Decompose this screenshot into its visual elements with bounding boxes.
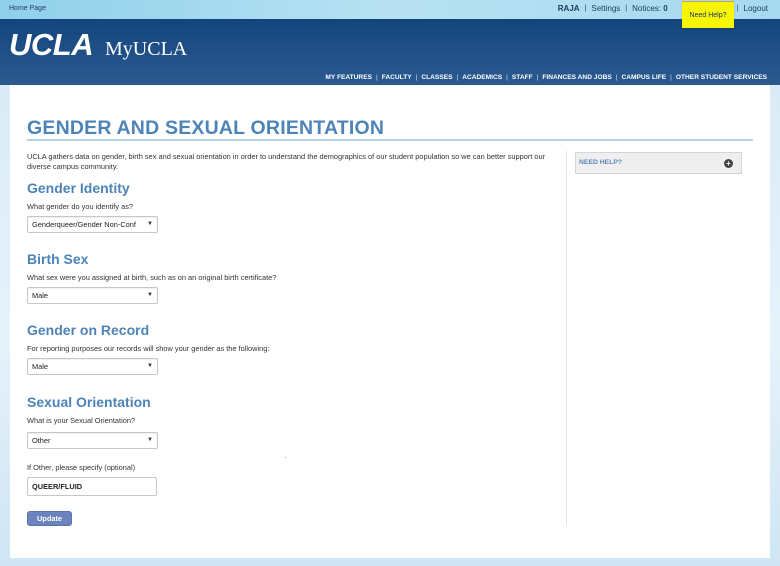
need-help-tooltip[interactable]: Need Help? bbox=[682, 1, 734, 28]
birth-sex-question: What sex were you assigned at birth, suc… bbox=[27, 273, 277, 282]
other-specify-label: If Other, please specify (optional) bbox=[27, 463, 136, 472]
logout-link[interactable]: Logout bbox=[744, 4, 768, 13]
gender-on-record-select[interactable]: Male ▼ bbox=[27, 358, 158, 375]
gender-on-record-heading: Gender on Record bbox=[27, 322, 150, 338]
sidebar-divider bbox=[566, 151, 567, 525]
dropdown-caret-icon: ▼ bbox=[147, 437, 153, 443]
selected-value: Male bbox=[32, 291, 49, 300]
separator: | bbox=[415, 74, 418, 81]
need-help-accordion[interactable]: NEED HELP? + bbox=[575, 152, 742, 174]
title-divider bbox=[27, 139, 753, 141]
stray-pixel bbox=[285, 457, 286, 458]
separator: | bbox=[584, 5, 587, 12]
dropdown-caret-icon: ▼ bbox=[147, 292, 153, 298]
gender-identity-heading: Gender Identity bbox=[27, 180, 130, 196]
birth-sex-select[interactable]: Male ▼ bbox=[27, 287, 158, 304]
nav-my-features[interactable]: MY FEATURES bbox=[325, 74, 372, 81]
top-utility-bar: Home Page RAJA | Settings | Notices: 0 |… bbox=[0, 0, 780, 19]
notices-link[interactable]: Notices: 0 bbox=[632, 4, 668, 13]
gender-on-record-question: For reporting purposes our records will … bbox=[27, 344, 270, 353]
notices-label: Notices: bbox=[632, 4, 662, 13]
sexual-orientation-question: What is your Sexual Orientation? bbox=[27, 416, 136, 425]
nav-faculty[interactable]: FACULTY bbox=[382, 74, 412, 81]
nav-classes[interactable]: CLASSES bbox=[421, 74, 452, 81]
site-header: UCLA MyUCLA MY FEATURES | FACULTY | CLASSE… bbox=[0, 19, 780, 85]
separator: | bbox=[670, 74, 672, 81]
gender-identity-question: What gender do you identify as? bbox=[27, 202, 133, 211]
home-page-link[interactable]: Home Page bbox=[9, 5, 46, 12]
need-help-label: NEED HELP? bbox=[579, 159, 623, 166]
sexual-orientation-select[interactable]: Other ▼ bbox=[27, 432, 158, 449]
dropdown-caret-icon: ▼ bbox=[147, 221, 153, 227]
nav-finances-and-jobs[interactable]: FINANCES AND JOBS bbox=[542, 74, 611, 81]
separator: | bbox=[456, 74, 459, 81]
dropdown-caret-icon: ▼ bbox=[147, 363, 153, 369]
notices-count: 0 bbox=[663, 4, 668, 13]
settings-link[interactable]: Settings bbox=[591, 4, 620, 13]
myucla-logo[interactable]: MyUCLA bbox=[105, 38, 187, 61]
selected-value: Other bbox=[32, 436, 51, 445]
plus-circle-icon[interactable]: + bbox=[724, 159, 733, 168]
ucla-logo[interactable]: UCLA bbox=[9, 27, 94, 63]
nav-staff[interactable]: STAFF bbox=[512, 74, 533, 81]
content-panel: GENDER AND SEXUAL ORIENTATION UCLA gathe… bbox=[10, 85, 770, 558]
user-name-link[interactable]: RAJA bbox=[558, 4, 580, 13]
separator: | bbox=[625, 5, 628, 12]
separator: | bbox=[736, 5, 739, 12]
separator: | bbox=[615, 74, 618, 81]
selected-value: Male bbox=[32, 362, 49, 371]
intro-text: UCLA gathers data on gender, birth sex a… bbox=[27, 152, 546, 171]
update-button[interactable]: Update bbox=[27, 511, 72, 526]
main-nav: MY FEATURES | FACULTY | CLASSES | ACADEMICS… bbox=[325, 74, 767, 81]
user-menu: RAJA | Settings | Notices: 0 | Logout bbox=[558, 4, 768, 13]
nav-academics[interactable]: ACADEMICS bbox=[462, 74, 502, 81]
separator: | bbox=[376, 74, 378, 81]
birth-sex-heading: Birth Sex bbox=[27, 251, 89, 267]
other-orientation-input[interactable]: QUEER/FLUID bbox=[27, 477, 157, 496]
nav-campus-life[interactable]: CAMPUS LIFE bbox=[621, 74, 666, 81]
separator: | bbox=[536, 74, 539, 81]
gender-identity-select[interactable]: Genderqueer/Gender Non-Conf ▼ bbox=[27, 216, 158, 233]
separator: | bbox=[506, 74, 508, 81]
nav-other-student-services[interactable]: OTHER STUDENT SERVICES bbox=[676, 74, 767, 81]
selected-value: Genderqueer/Gender Non-Conf bbox=[32, 220, 136, 229]
sexual-orientation-heading: Sexual Orientation bbox=[27, 394, 151, 410]
page-title: GENDER AND SEXUAL ORIENTATION bbox=[27, 117, 385, 139]
